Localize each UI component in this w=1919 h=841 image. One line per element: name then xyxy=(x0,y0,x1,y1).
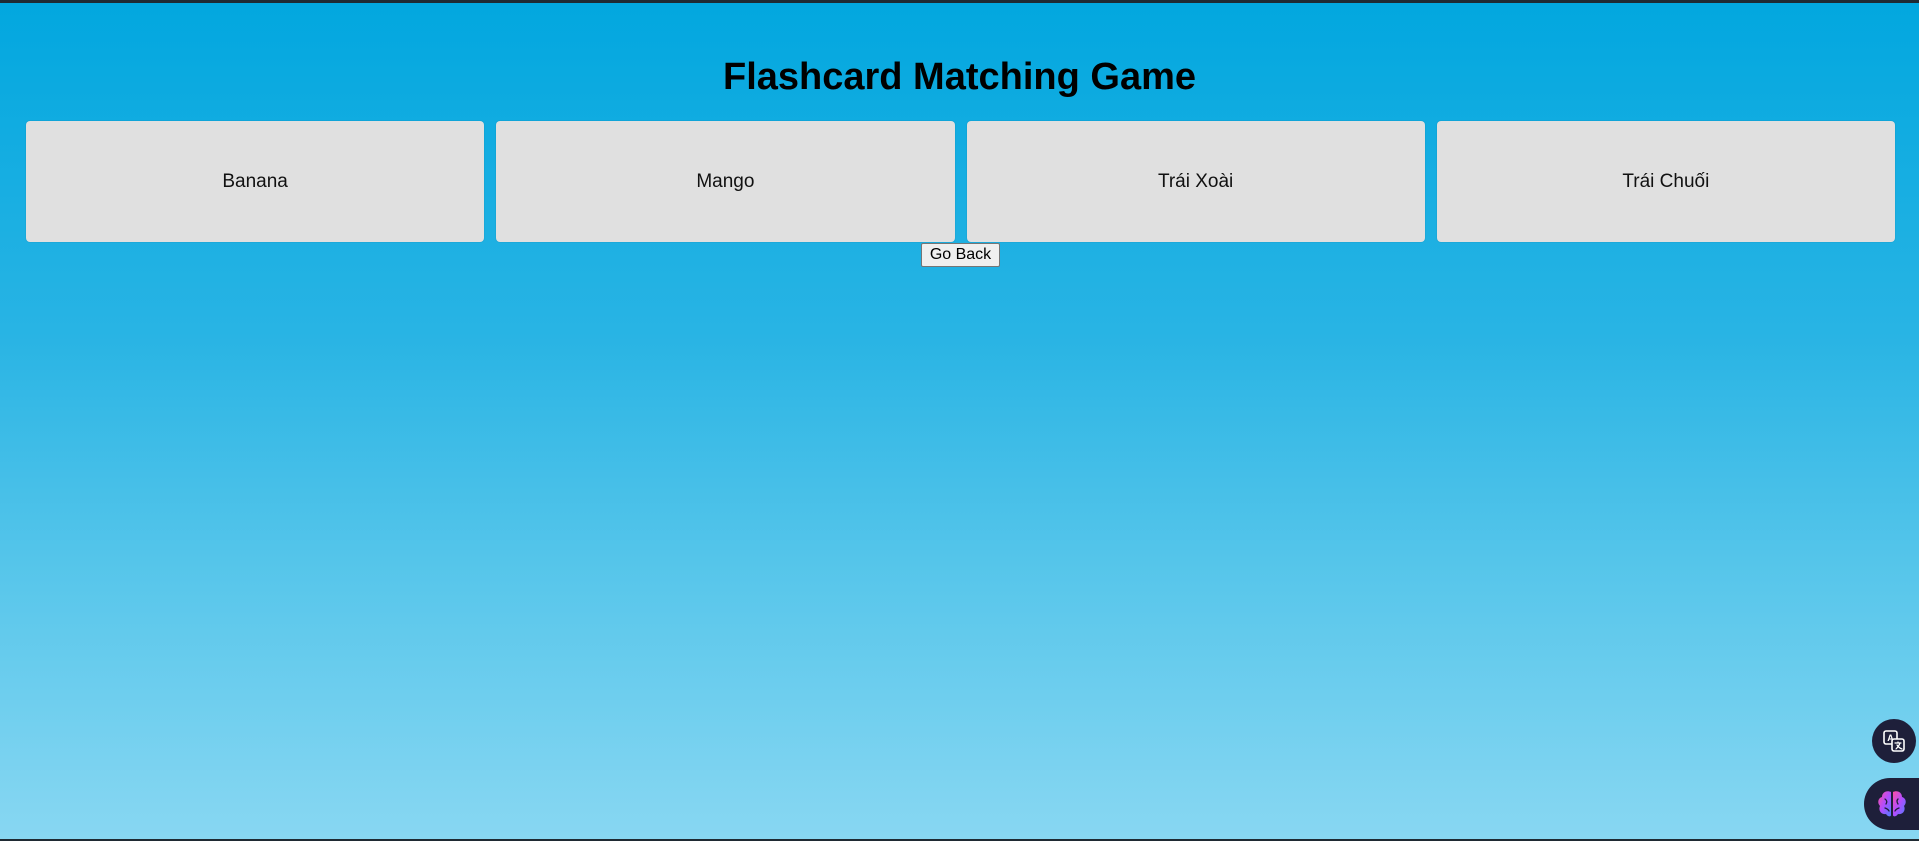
flashcard-mango[interactable]: Mango xyxy=(496,121,955,242)
game-viewport: Flashcard Matching Game Banana Mango Trá… xyxy=(0,3,1919,839)
translate-icon: A xyxy=(1883,730,1905,752)
flashcard-row: Banana Mango Trái Xoài Trái Chuối xyxy=(26,121,1895,242)
brain-widget-button[interactable] xyxy=(1864,778,1919,830)
page-title: Flashcard Matching Game xyxy=(722,56,1196,98)
flashcard-trai-chuoi[interactable]: Trái Chuối xyxy=(1436,121,1895,242)
translate-widget-button[interactable]: A xyxy=(1872,719,1916,763)
go-back-button[interactable]: Go Back xyxy=(921,243,1000,267)
flashcard-banana[interactable]: Banana xyxy=(26,121,485,242)
brain-icon xyxy=(1877,791,1906,817)
flashcard-trai-xoai[interactable]: Trái Xoài xyxy=(966,121,1425,242)
